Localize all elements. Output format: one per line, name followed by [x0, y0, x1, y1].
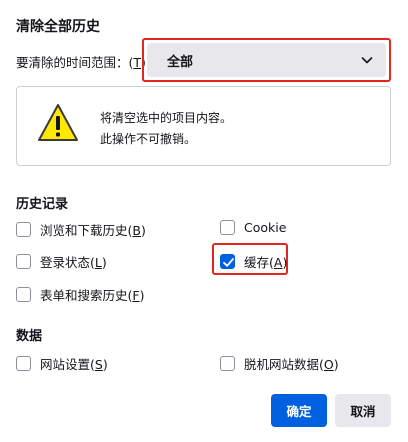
clear-history-dialog: 清除全部历史 要清除的时间范围：(T) 全部 将清空选中的项目内容。 此操作不可…: [0, 0, 408, 442]
time-range-value: 全部: [167, 54, 194, 70]
ok-button[interactable]: 确定: [271, 394, 327, 427]
checkbox-box[interactable]: [16, 222, 31, 237]
chevron-down-icon: [361, 57, 373, 64]
dialog-title: 清除全部历史: [16, 19, 100, 35]
checkbox-box[interactable]: [16, 254, 31, 269]
data-section-title: 数据: [16, 329, 43, 344]
checkbox-form-search-history[interactable]: 表单和搜索历史(F): [16, 285, 145, 304]
checkbox-box[interactable]: [220, 356, 235, 371]
checkmark-icon: [223, 258, 234, 267]
warning-panel: 将清空选中的项目内容。 此操作不可撤销。: [16, 86, 391, 166]
warning-line-2: 此操作不可撤销。: [100, 132, 197, 146]
checkbox-site-settings[interactable]: 网站设置(S): [16, 354, 108, 373]
time-range-label-text: 要清除的时间范围：: [16, 55, 129, 70]
time-range-select[interactable]: 全部: [147, 43, 386, 77]
warning-text: 将清空选中的项目内容。 此操作不可撤销。: [100, 108, 232, 150]
checkbox-login-state[interactable]: 登录状态(L): [16, 252, 107, 271]
time-range-highlight: 全部: [142, 38, 391, 82]
checkbox-label: 浏览和下载历史(B): [40, 223, 146, 238]
checkbox-box-checked[interactable]: [220, 254, 235, 269]
checkbox-box[interactable]: [220, 220, 235, 235]
checkbox-label: Cookie: [244, 220, 287, 235]
warning-icon: [38, 104, 78, 141]
checkbox-box[interactable]: [16, 356, 31, 371]
checkbox-label: 缓存(A): [244, 255, 288, 270]
checkbox-offline-data[interactable]: 脱机网站数据(O): [220, 354, 339, 373]
warning-line-1: 将清空选中的项目内容。: [100, 111, 233, 125]
checkbox-label: 网站设置(S): [40, 357, 108, 372]
checkbox-label: 表单和搜索历史(F): [40, 288, 145, 303]
checkbox-label: 脱机网站数据(O): [244, 357, 339, 372]
checkbox-browsing-history[interactable]: 浏览和下载历史(B): [16, 220, 146, 239]
checkbox-box[interactable]: [16, 287, 31, 302]
checkbox-cookie[interactable]: Cookie: [220, 220, 286, 235]
cancel-button[interactable]: 取消: [335, 394, 391, 427]
time-range-accesskey: T: [133, 55, 142, 70]
time-range-label: 要清除的时间范围：(T): [16, 55, 146, 70]
checkbox-cache[interactable]: 缓存(A): [220, 252, 287, 271]
checkbox-label: 登录状态(L): [40, 255, 107, 270]
history-section-title: 历史记录: [16, 197, 69, 212]
